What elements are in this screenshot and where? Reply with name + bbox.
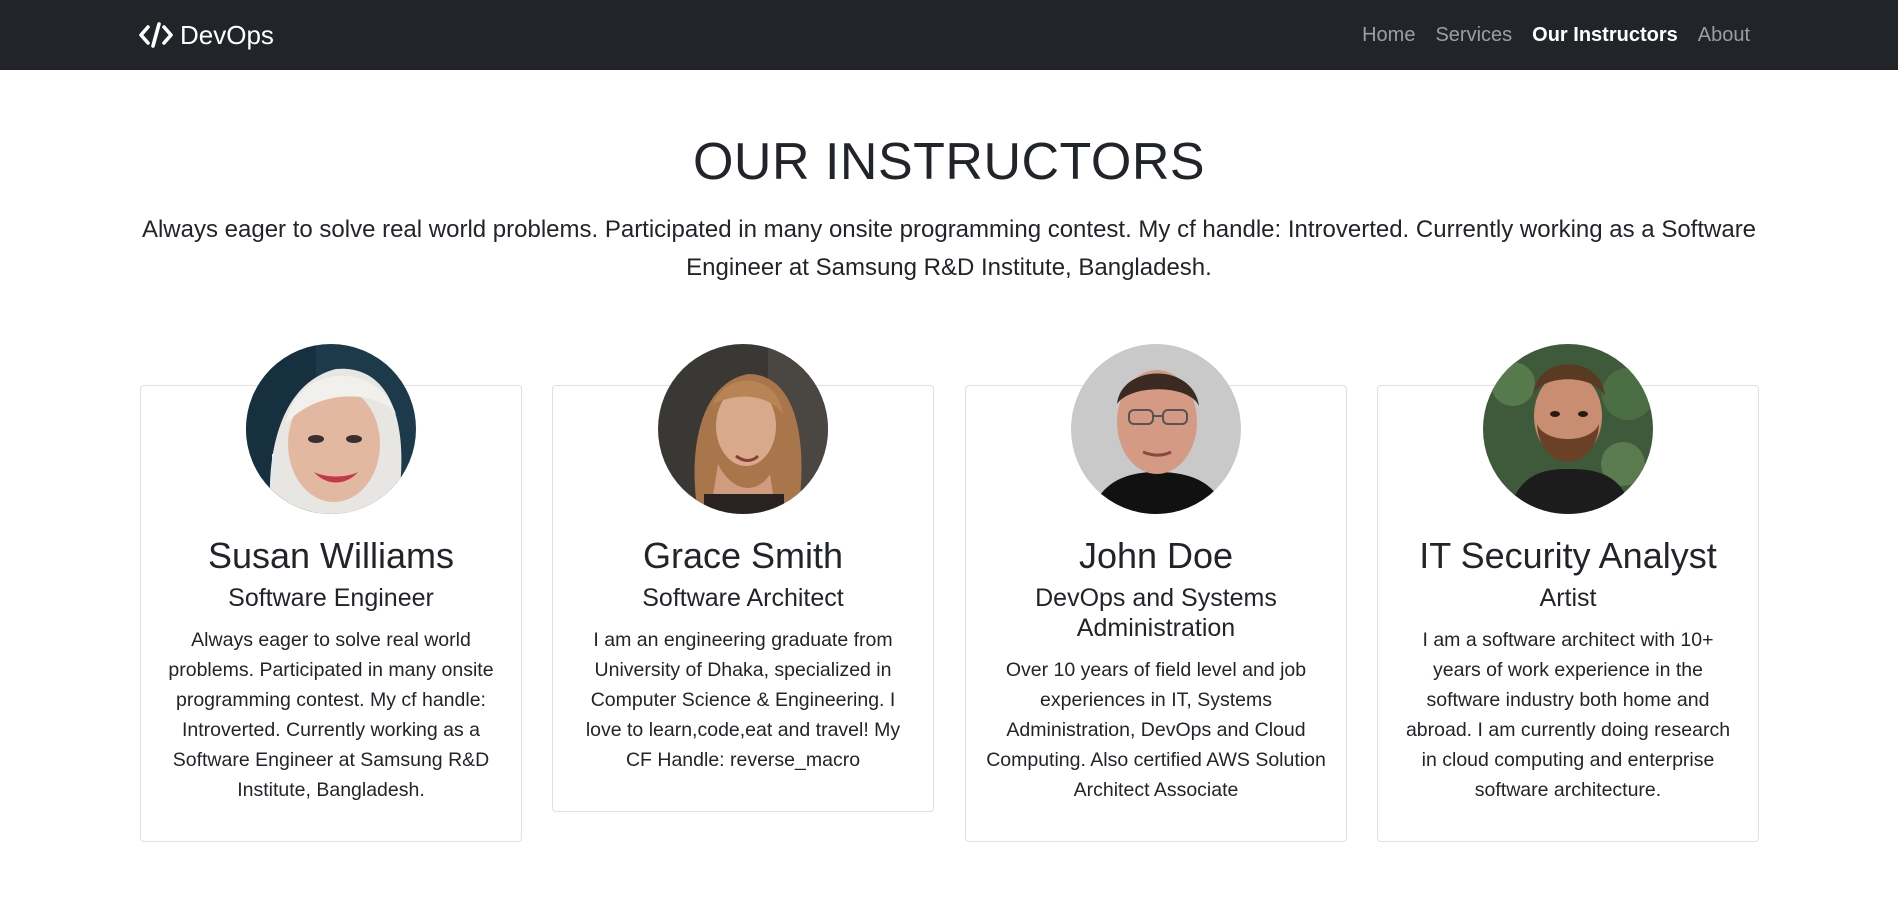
page-lead: Always eager to solve real world problem… (141, 216, 1757, 281)
instructor-card: Grace Smith Software Architect I am an e… (552, 344, 934, 812)
instructor-name: Susan Williams (207, 535, 455, 576)
instructor-role: Artist (1539, 584, 1597, 612)
instructor-bio: I am an engineering graduate from Univer… (585, 629, 901, 771)
instructor-role: Software Engineer (228, 584, 434, 612)
page-title: OUR INSTRUCTORS (692, 133, 1206, 191)
instructor-role: Software Architect (642, 584, 844, 612)
brand-link[interactable]: DevOps (139, 0, 274, 70)
instructor-card: Susan Williams Software Engineer Always … (140, 344, 522, 842)
instructor-card: IT Security Analyst Artist I am a softwa… (1377, 344, 1759, 842)
brand-name: DevOps (180, 19, 274, 50)
instructor-bio: Over 10 years of field level and job exp… (986, 659, 1326, 801)
nav-links: Home Services Our Instructors About (1342, 0, 1750, 70)
nav-link-about[interactable]: About (1698, 24, 1750, 47)
instructor-bio: I am a software architect with 10+ years… (1405, 629, 1731, 801)
instructor-avatar (1483, 344, 1653, 514)
nav-link-services[interactable]: Services (1435, 24, 1512, 47)
instructor-avatar (658, 344, 828, 514)
instructor-bio: Always eager to solve real world problem… (168, 629, 494, 801)
instructor-avatar (246, 344, 416, 514)
instructor-card: John Doe DevOps and Systems Administrati… (965, 344, 1347, 842)
instructor-role: DevOps and Systems Administration (1035, 584, 1277, 642)
code-slash-icon (139, 22, 173, 48)
navbar: DevOps Home Services Our Instructors Abo… (0, 0, 1898, 70)
nav-link-our-instructors[interactable]: Our Instructors (1532, 24, 1678, 47)
instructor-avatar (1071, 344, 1241, 514)
instructor-name: John Doe (1078, 535, 1234, 576)
instructor-name: IT Security Analyst (1419, 535, 1717, 576)
instructor-name: Grace Smith (642, 535, 844, 576)
nav-link-home[interactable]: Home (1362, 24, 1415, 47)
